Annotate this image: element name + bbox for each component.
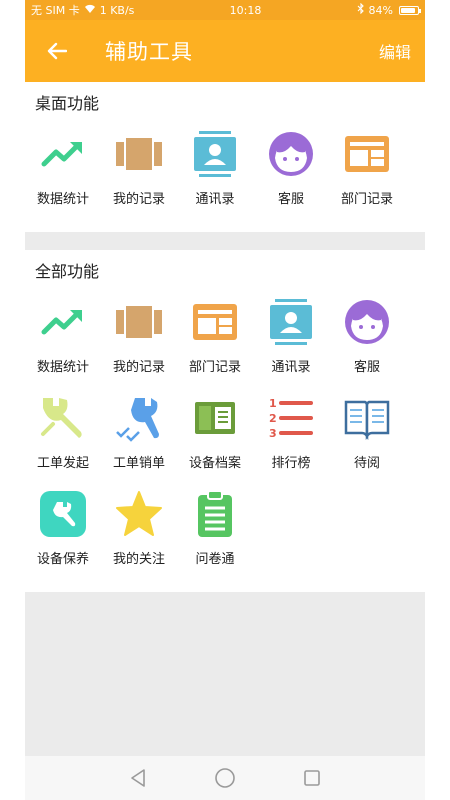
department-records-icon <box>343 130 391 178</box>
all-item-questionnaire[interactable]: 问卷通 <box>177 490 253 586</box>
device-file-icon <box>191 394 239 442</box>
department-records-icon <box>191 298 239 346</box>
wrench-done-icon <box>115 394 163 442</box>
item-label: 问卷通 <box>195 552 235 567</box>
nav-recents-button[interactable] <box>300 766 324 790</box>
all-item-maintenance[interactable]: 设备保养 <box>25 490 101 586</box>
arrow-left-icon <box>47 42 67 60</box>
svg-text:3: 3 <box>269 427 277 440</box>
item-label: 设备档案 <box>188 456 241 471</box>
all-item-contacts[interactable]: 通讯录 <box>253 298 329 394</box>
item-label: 工单销单 <box>112 456 165 471</box>
page-title: 辅助工具 <box>105 40 193 64</box>
wrench-start-icon <box>39 394 87 442</box>
desktop-item-department-records[interactable]: 部门记录 <box>329 130 405 226</box>
all-item-service-face[interactable]: 客服 <box>329 298 405 394</box>
all-item-device-file[interactable]: 设备档案 <box>177 394 253 490</box>
item-label: 设备保养 <box>36 552 89 567</box>
triangle-back-icon <box>131 769 146 787</box>
ranking-list-icon: 1 2 3 <box>267 394 315 442</box>
item-label: 通讯录 <box>271 360 311 375</box>
item-label: 排行榜 <box>271 456 311 471</box>
contacts-icon <box>191 130 239 178</box>
bluetooth-icon <box>357 2 365 17</box>
record-book-icon <box>115 130 163 178</box>
maintenance-icon <box>39 490 87 538</box>
phone-screen: 无 SIM 卡 1 KB/s 10:18 84% 辅助工具 编辑 桌面功能 数据… <box>25 0 425 800</box>
section-divider <box>25 232 425 250</box>
all-item-wrench-start[interactable]: 工单发起 <box>25 394 101 490</box>
nav-home-button[interactable] <box>213 766 237 790</box>
network-speed: 1 KB/s <box>99 3 135 17</box>
desktop-functions-grid: 数据统计 我的记录 通讯录 客服 部门记录 <box>25 116 425 226</box>
desktop-functions-title: 桌面功能 <box>35 94 100 113</box>
clock: 10:18 <box>229 3 262 17</box>
item-label: 我的记录 <box>112 192 165 207</box>
star-icon <box>115 490 163 538</box>
battery-icon <box>398 5 421 15</box>
desktop-item-contacts[interactable]: 通讯录 <box>177 130 253 226</box>
item-label: 客服 <box>353 360 380 375</box>
item-label: 数据统计 <box>36 192 89 207</box>
trend-chart-icon <box>39 130 87 178</box>
item-label: 待阅 <box>353 456 380 471</box>
record-book-icon <box>115 298 163 346</box>
open-book-icon <box>343 394 391 442</box>
all-item-trend-chart[interactable]: 数据统计 <box>25 298 101 394</box>
square-recents-icon <box>303 770 320 786</box>
svg-text:2: 2 <box>269 412 277 425</box>
all-item-open-book[interactable]: 待阅 <box>329 394 405 490</box>
item-label: 数据统计 <box>36 360 89 375</box>
item-label: 客服 <box>277 192 304 207</box>
item-label: 通讯录 <box>195 192 235 207</box>
service-face-icon <box>343 298 391 346</box>
desktop-item-record-book[interactable]: 我的记录 <box>101 130 177 226</box>
system-nav-bar <box>25 756 425 800</box>
contacts-icon <box>267 298 315 346</box>
item-label: 我的记录 <box>112 360 165 375</box>
all-item-star[interactable]: 我的关注 <box>101 490 177 586</box>
all-item-department-records[interactable]: 部门记录 <box>177 298 253 394</box>
item-label: 我的关注 <box>112 552 165 567</box>
desktop-functions-section: 桌面功能 数据统计 我的记录 通讯录 客服 部门记录 <box>25 82 425 232</box>
questionnaire-icon <box>191 490 239 538</box>
sim-status: 无 SIM 卡 <box>31 4 80 17</box>
desktop-item-service-face[interactable]: 客服 <box>253 130 329 226</box>
empty-area <box>25 592 425 756</box>
circle-home-icon <box>215 768 235 788</box>
item-label: 工单发起 <box>36 456 89 471</box>
desktop-item-trend-chart[interactable]: 数据统计 <box>25 130 101 226</box>
status-bar: 无 SIM 卡 1 KB/s 10:18 84% <box>25 0 425 20</box>
nav-back-button[interactable] <box>126 766 150 790</box>
service-face-icon <box>267 130 315 178</box>
item-label: 部门记录 <box>340 192 393 207</box>
battery-percent: 84% <box>368 3 393 17</box>
all-item-ranking-list[interactable]: 1 2 3 排行榜 <box>253 394 329 490</box>
app-bar: 辅助工具 编辑 <box>25 20 425 82</box>
back-button[interactable] <box>39 33 75 69</box>
edit-button[interactable]: 编辑 <box>379 39 411 63</box>
trend-chart-icon <box>39 298 87 346</box>
all-functions-section: 全部功能 数据统计 我的记录 部门记录 通讯录 客服工单发起 工单销单 设备档案 1 2 3 排行榜… <box>25 250 425 592</box>
item-label: 部门记录 <box>188 360 241 375</box>
wifi-icon <box>84 4 96 17</box>
all-item-record-book[interactable]: 我的记录 <box>101 298 177 394</box>
svg-text:1: 1 <box>269 397 277 410</box>
all-item-wrench-done[interactable]: 工单销单 <box>101 394 177 490</box>
all-functions-grid: 数据统计 我的记录 部门记录 通讯录 客服工单发起 工单销单 设备档案 1 2 3 排行榜 待阅设备保… <box>25 284 425 586</box>
all-functions-title: 全部功能 <box>35 262 100 281</box>
